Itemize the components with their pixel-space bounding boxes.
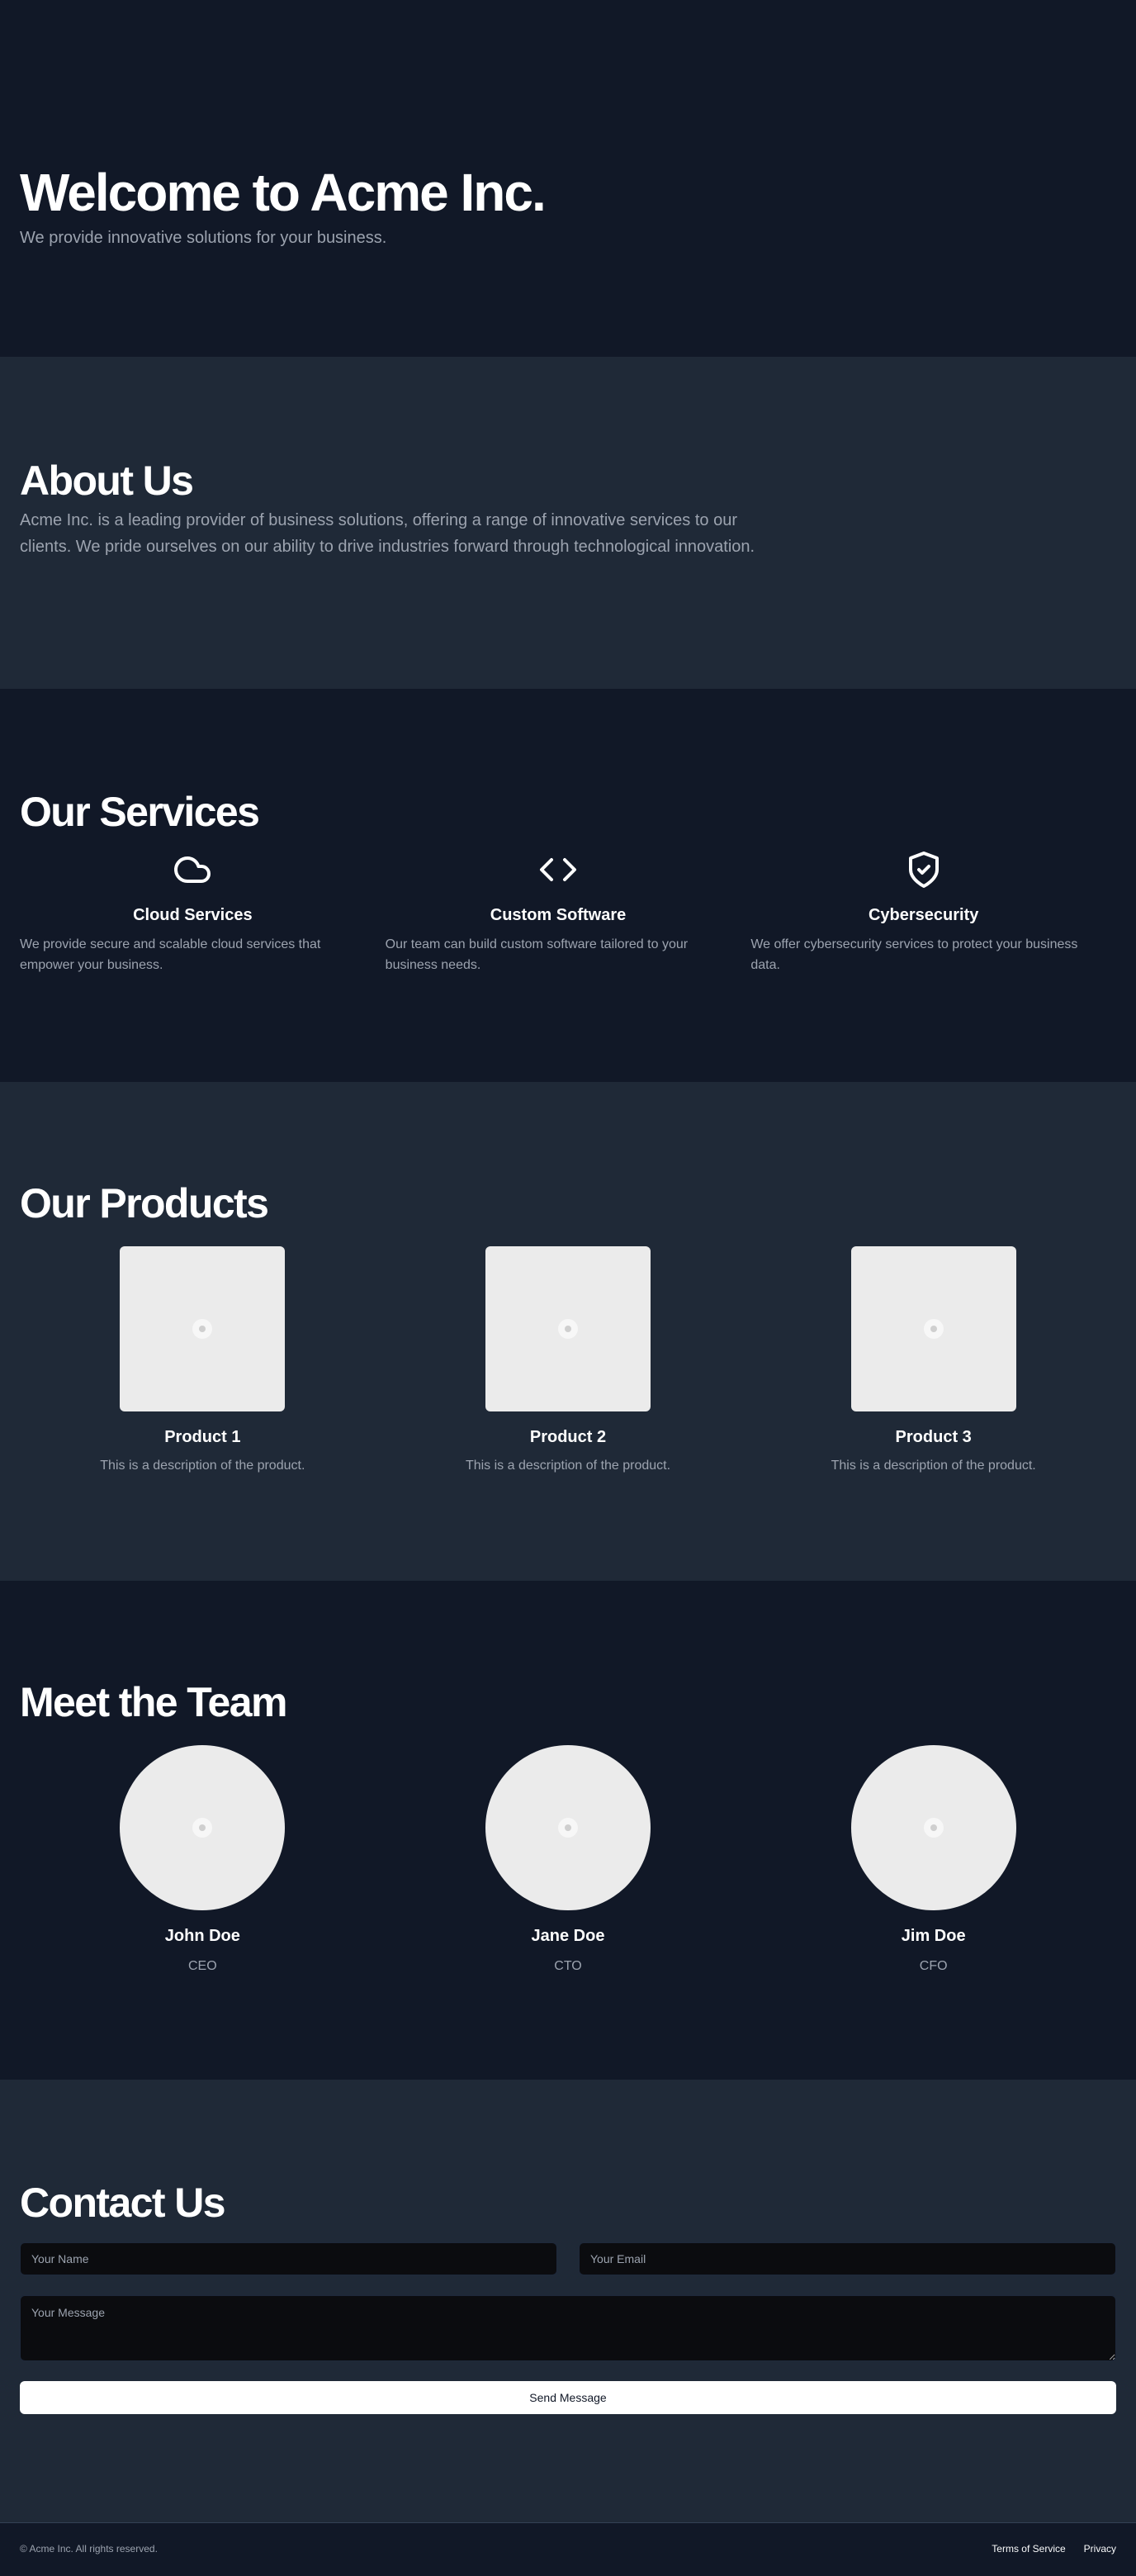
service-title: Custom Software bbox=[490, 906, 627, 924]
contact-title: Contact Us bbox=[20, 2180, 226, 2226]
products-grid: Product 1 This is a description of the p… bbox=[20, 1246, 1116, 1473]
avatar bbox=[120, 1745, 286, 1910]
avatar bbox=[850, 1745, 1016, 1910]
image-placeholder-icon bbox=[923, 1818, 944, 1838]
product-description: This is a description of the product. bbox=[831, 1459, 1036, 1473]
contact-section: Contact Us Send Message bbox=[0, 2080, 1136, 2522]
service-description: We provide secure and scalable cloud ser… bbox=[20, 937, 321, 972]
privacy-link[interactable]: Privacy bbox=[1084, 2543, 1116, 2555]
product-description: This is a description of the product. bbox=[100, 1459, 305, 1473]
service-card: Custom Software Our team can build custo… bbox=[386, 850, 751, 976]
footer: © Acme Inc. All rights reserved. Terms o… bbox=[0, 2522, 1136, 2576]
team-member-card: Jane Doe CTO bbox=[386, 1745, 751, 1974]
services-title: Our Services bbox=[20, 789, 260, 835]
about-text: Acme Inc. is a leading provider of busin… bbox=[20, 511, 755, 557]
product-title: Product 3 bbox=[895, 1428, 972, 1446]
cloud-icon bbox=[174, 856, 211, 883]
product-image-placeholder bbox=[485, 1246, 651, 1411]
hero-title: Welcome to Acme Inc. bbox=[20, 163, 547, 222]
about-section: About Us Acme Inc. is a leading provider… bbox=[0, 357, 1136, 689]
copyright-text: © Acme Inc. All rights reserved. bbox=[20, 2543, 158, 2555]
team-section: Meet the Team John Doe CEO Jane Doe CTO … bbox=[0, 1581, 1136, 2080]
member-name: Jane Doe bbox=[531, 1927, 605, 1945]
image-placeholder-icon bbox=[558, 1319, 578, 1339]
products-title: Our Products bbox=[20, 1180, 269, 1226]
product-title: Product 1 bbox=[164, 1428, 241, 1446]
about-title: About Us bbox=[20, 458, 194, 504]
terms-link[interactable]: Terms of Service bbox=[992, 2543, 1065, 2555]
product-image-placeholder bbox=[120, 1246, 286, 1411]
hero-subtitle: We provide innovative solutions for your… bbox=[20, 229, 387, 248]
product-card: Product 3 This is a description of the p… bbox=[750, 1246, 1116, 1473]
product-description: This is a description of the product. bbox=[465, 1459, 671, 1473]
code-icon bbox=[540, 858, 576, 881]
name-input[interactable] bbox=[20, 2242, 557, 2275]
products-section: Our Products Product 1 This is a descrip… bbox=[0, 1082, 1136, 1581]
avatar bbox=[485, 1745, 651, 1910]
service-card: Cloud Services We provide secure and sca… bbox=[20, 850, 386, 976]
message-textarea[interactable] bbox=[20, 2295, 1116, 2361]
image-placeholder-icon bbox=[923, 1319, 944, 1339]
image-placeholder-icon bbox=[558, 1818, 578, 1838]
team-member-card: Jim Doe CFO bbox=[750, 1745, 1116, 1974]
member-role: CTO bbox=[554, 1959, 582, 1973]
form-row bbox=[20, 2242, 1116, 2275]
member-role: CEO bbox=[188, 1959, 217, 1973]
service-description: We offer cybersecurity services to prote… bbox=[750, 937, 1078, 972]
product-title: Product 2 bbox=[529, 1428, 607, 1446]
services-section: Our Services Cloud Services We provide s… bbox=[0, 689, 1136, 1082]
email-input[interactable] bbox=[579, 2242, 1116, 2275]
service-description: Our team can build custom software tailo… bbox=[385, 937, 689, 972]
services-grid: Cloud Services We provide secure and sca… bbox=[20, 850, 1116, 976]
team-member-card: John Doe CEO bbox=[20, 1745, 386, 1974]
footer-links: Terms of Service Privacy bbox=[992, 2543, 1116, 2555]
product-card: Product 1 This is a description of the p… bbox=[20, 1246, 386, 1473]
team-grid: John Doe CEO Jane Doe CTO Jim Doe CFO bbox=[20, 1745, 1116, 1974]
team-title: Meet the Team bbox=[20, 1679, 287, 1725]
image-placeholder-icon bbox=[192, 1319, 213, 1339]
send-message-button[interactable]: Send Message bbox=[20, 2381, 1116, 2414]
product-image-placeholder bbox=[850, 1246, 1016, 1411]
contact-form: Send Message bbox=[20, 2242, 1116, 2414]
hero-section: Welcome to Acme Inc. We provide innovati… bbox=[0, 0, 1136, 357]
service-title: Cloud Services bbox=[133, 906, 253, 924]
service-title: Cybersecurity bbox=[868, 906, 979, 924]
product-card: Product 2 This is a description of the p… bbox=[386, 1246, 751, 1473]
member-name: Jim Doe bbox=[901, 1927, 966, 1945]
shield-check-icon bbox=[908, 852, 939, 888]
image-placeholder-icon bbox=[192, 1818, 213, 1838]
service-card: Cybersecurity We offer cybersecurity ser… bbox=[750, 850, 1116, 976]
member-name: John Doe bbox=[164, 1927, 240, 1945]
member-role: CFO bbox=[919, 1959, 948, 1973]
